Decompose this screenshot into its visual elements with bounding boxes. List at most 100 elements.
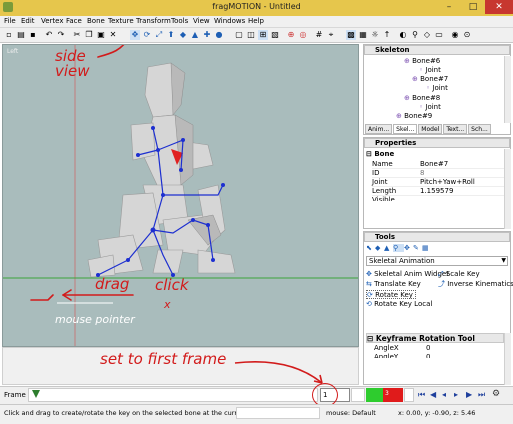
tool-inverse-kinematics[interactable]: ⤴ Inverse Kinematics	[438, 280, 513, 289]
tree-item[interactable]: ⊕ Bone#7	[412, 75, 448, 84]
delete-icon[interactable]: ✕	[108, 30, 118, 40]
keyframe-track-end[interactable]	[404, 388, 414, 402]
tool-skeletal-anim-widget[interactable]: ✥ Skeletal Anim Widget	[366, 270, 449, 279]
menu-view[interactable]: View	[193, 17, 210, 25]
grid-icon[interactable]: #	[314, 30, 324, 40]
keyframe-track-empty[interactable]	[351, 388, 365, 402]
undo-icon[interactable]: ↶	[44, 30, 54, 40]
keyframe-row[interactable]: AngleY 0	[374, 353, 502, 358]
skeleton-tree[interactable]: ⊕ Bone#6 ◦ Joint ⊕ Bone#7 ◦ Joint ⊕ Bone…	[364, 56, 504, 123]
normals-icon[interactable]: ↑	[382, 30, 392, 40]
menu-transform[interactable]: Transform	[136, 17, 171, 25]
xray-icon[interactable]: ◇	[422, 30, 432, 40]
tool-mode-bone-icon[interactable]: ⚲	[393, 244, 404, 252]
light-icon[interactable]: ☼	[370, 30, 380, 40]
tab-schematic[interactable]: Sch...	[468, 124, 491, 134]
tree-item[interactable]: ◦ Joint	[419, 103, 441, 112]
tree-item[interactable]: ⊕ Bone#9	[396, 112, 432, 121]
tool-mode-anim-icon[interactable]: ✥	[404, 244, 413, 252]
tools-scrollbar[interactable]	[504, 333, 511, 385]
face-icon[interactable]: ▲	[190, 30, 200, 40]
viewport-left[interactable]: Left side view drag click x mouse pointe…	[2, 44, 359, 347]
bones-view-icon[interactable]: ⚲	[410, 30, 420, 40]
rotate-icon[interactable]: ⟳	[142, 30, 152, 40]
tree-item[interactable]: ◦ Joint	[419, 66, 441, 75]
tool-mode-paint-icon[interactable]: ✎	[413, 244, 422, 252]
prev-frame-icon[interactable]: ◂	[442, 390, 446, 399]
tools-mode-dropdown[interactable]: Skeletal Animation ▼	[366, 256, 508, 266]
save-icon[interactable]: ▪	[28, 30, 38, 40]
zoom-icon[interactable]: ⊙	[462, 30, 472, 40]
shade-icon[interactable]: ▩	[346, 30, 356, 40]
tool-translate-key[interactable]: ⇆ Translate Key	[366, 280, 421, 289]
keyframe-rotation-header[interactable]: ⊟ Keyframe Rotation Tool	[366, 333, 504, 343]
close-button[interactable]: ✕	[485, 0, 513, 14]
skeleton-scrollbar[interactable]	[504, 56, 511, 123]
last-frame-icon[interactable]: ⏭	[478, 390, 485, 400]
copy-icon[interactable]: ❐	[84, 30, 94, 40]
tree-item[interactable]: ◦ Joint	[426, 84, 448, 93]
record-icon[interactable]: ⊕	[286, 30, 296, 40]
tab-skeleton[interactable]: Skel...	[393, 124, 418, 134]
menu-tools[interactable]: Tools	[171, 17, 188, 25]
tool-rotate-key[interactable]: ⟳ Rotate Key	[366, 290, 416, 299]
tool-rotate-key-local[interactable]: ⟲ Rotate Key Local	[366, 300, 432, 309]
menu-help[interactable]: Help	[248, 17, 264, 25]
snap-icon[interactable]: ⌖	[326, 30, 336, 40]
camera-icon[interactable]: ◉	[450, 30, 460, 40]
tool-scale-key[interactable]: ⤢ Scale Key	[438, 270, 480, 279]
maximize-button[interactable]: □	[461, 0, 485, 14]
tab-model[interactable]: Model	[418, 124, 443, 134]
ortho-icon[interactable]: ▭	[434, 30, 444, 40]
menu-vertex[interactable]: Vertex	[41, 17, 64, 25]
open-icon[interactable]: ▤	[16, 30, 26, 40]
tool-mode-select-icon[interactable]: ⬉	[366, 244, 375, 252]
keyframe-track-green[interactable]	[366, 388, 383, 402]
frame-slider[interactable]	[28, 388, 318, 402]
tool-mode-vertex-icon[interactable]: ◆	[375, 244, 384, 252]
menu-face[interactable]: Face	[66, 17, 82, 25]
tab-animation[interactable]: Anim...	[365, 124, 393, 134]
tree-item[interactable]: ⊕ Bone#6	[404, 57, 440, 66]
properties-scrollbar[interactable]	[504, 149, 511, 229]
keyframe-track-red[interactable]: 3	[383, 388, 403, 402]
view-single-icon[interactable]: ▢	[234, 30, 244, 40]
keyframe-row[interactable]: AngleX 0	[374, 344, 502, 353]
vertex-icon[interactable]: ◆	[178, 30, 188, 40]
prev-key-icon[interactable]: ◀	[430, 390, 436, 399]
cull-icon[interactable]: ◐	[398, 30, 408, 40]
menu-edit[interactable]: Edit	[21, 17, 35, 25]
play-icon[interactable]: ▸	[454, 390, 458, 399]
move-icon[interactable]: ✥	[130, 30, 140, 40]
view-wire-icon[interactable]: ▧	[270, 30, 280, 40]
first-frame-icon[interactable]: ⏮	[418, 390, 425, 400]
target-icon[interactable]: ◎	[298, 30, 308, 40]
frame-slider-thumb[interactable]	[32, 390, 40, 398]
joint-icon[interactable]: ●	[214, 30, 224, 40]
redo-icon[interactable]: ↷	[56, 30, 66, 40]
new-icon[interactable]: ▫	[4, 30, 14, 40]
menu-file[interactable]: File	[4, 17, 16, 25]
paste-icon[interactable]: ▣	[96, 30, 106, 40]
next-key-icon[interactable]: ▶	[466, 390, 472, 399]
property-row[interactable]: Name Bone#7	[372, 160, 504, 169]
view-quad-icon[interactable]: ⊞	[258, 30, 268, 40]
menu-bone[interactable]: Bone	[87, 17, 105, 25]
tree-item[interactable]: ⊕ Bone#8	[404, 94, 440, 103]
tab-texture[interactable]: Text...	[443, 124, 468, 134]
scale-icon[interactable]: ⤢	[154, 30, 164, 40]
minimize-button[interactable]: –	[437, 0, 461, 14]
texture-view-icon[interactable]: ▦	[358, 30, 368, 40]
cut-icon[interactable]: ✂	[72, 30, 82, 40]
tool-mode-texture-icon[interactable]: ▦	[422, 244, 431, 252]
property-row[interactable]: Joint Pitch+Yaw+Roll	[372, 178, 504, 187]
select-icon[interactable]: ⬆	[166, 30, 176, 40]
property-row[interactable]: Length 1.159579	[372, 187, 504, 196]
property-row[interactable]: ID 8	[372, 169, 504, 178]
menu-windows[interactable]: Windows	[214, 17, 245, 25]
settings-icon[interactable]: ⚙	[492, 389, 500, 399]
view-split-icon[interactable]: ◫	[246, 30, 256, 40]
property-row[interactable]: Visible	[372, 196, 504, 201]
tool-mode-face-icon[interactable]: ▲	[384, 244, 393, 252]
menu-texture[interactable]: Texture	[108, 17, 134, 25]
